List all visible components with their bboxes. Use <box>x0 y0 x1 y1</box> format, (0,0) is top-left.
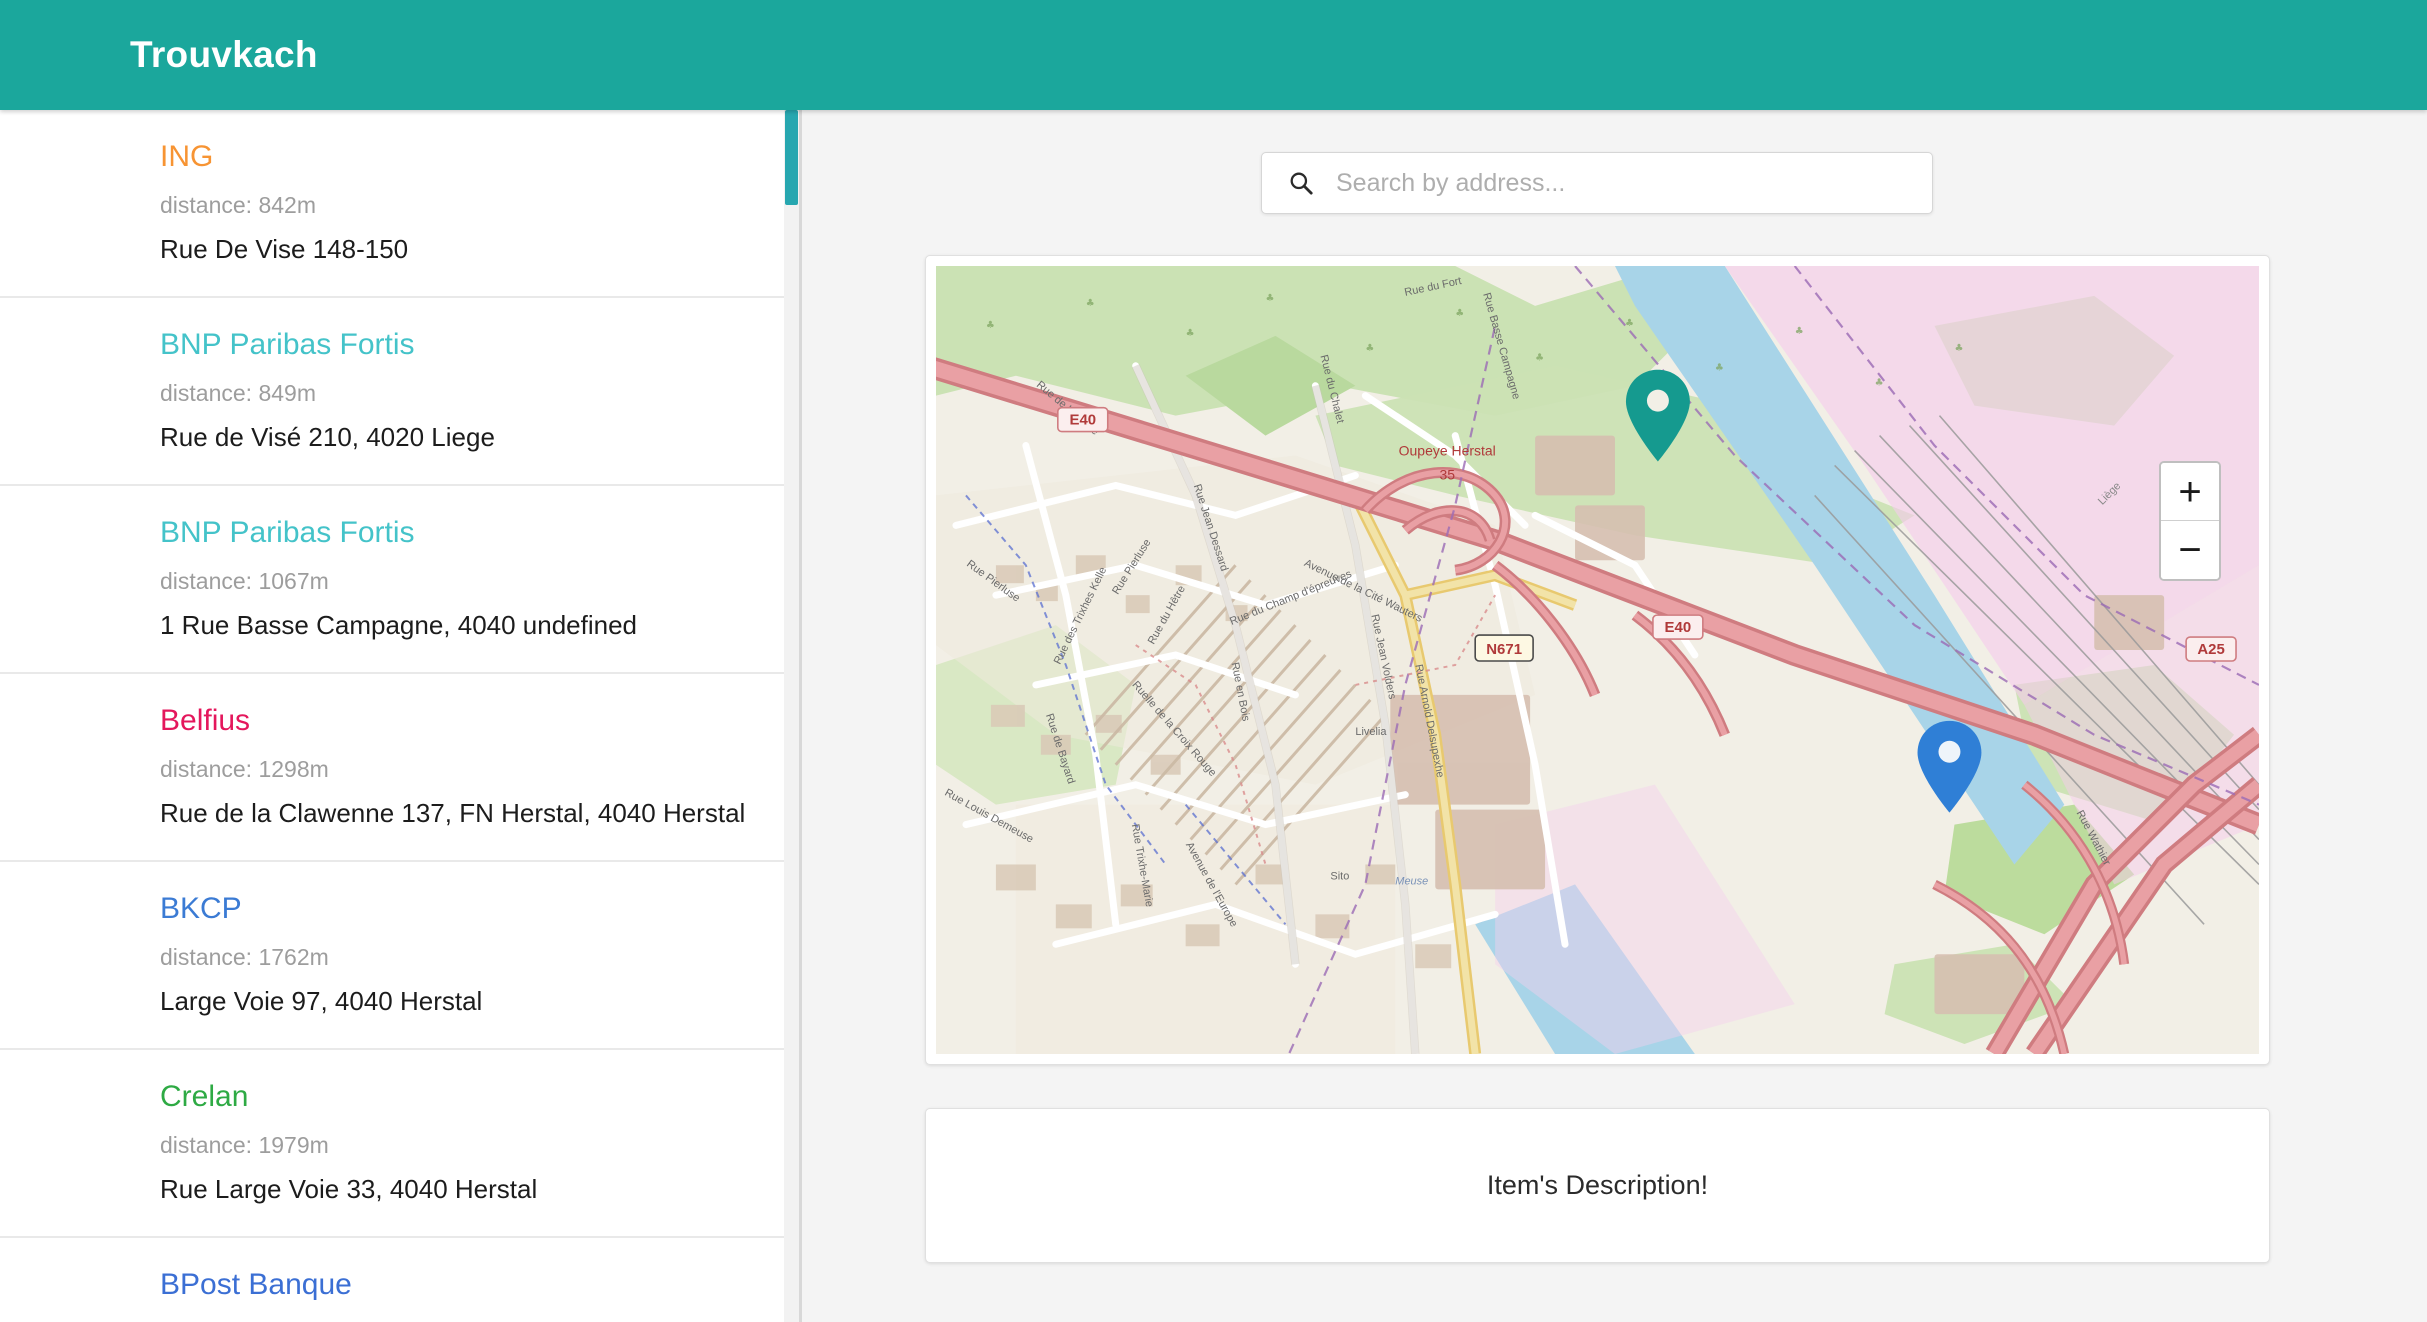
svg-text:♣: ♣ <box>1266 293 1275 304</box>
sidebar-scrollbar[interactable] <box>784 110 799 1322</box>
svg-text:35: 35 <box>1439 466 1455 482</box>
svg-text:E40: E40 <box>1665 619 1692 636</box>
bank-list: ING distance: 842m Rue De Vise 148-150 BNP … <box>0 110 787 1322</box>
svg-text:♣: ♣ <box>1365 343 1374 354</box>
search-icon <box>1288 170 1314 196</box>
bank-name: Belfius <box>160 704 251 737</box>
bank-distance: distance: 849m <box>160 380 316 406</box>
bank-address: Rue de Visé 210, 4020 Liege <box>160 422 495 452</box>
svg-text:Livelia: Livelia <box>1355 726 1387 738</box>
svg-text:N671: N671 <box>1486 641 1522 658</box>
app-title: Trouvkach <box>130 34 318 75</box>
sidebar-scrollbar-thumb[interactable] <box>785 110 798 205</box>
item-description-text: Item's Description! <box>1486 1170 1709 1200</box>
search-bar[interactable] <box>1261 152 1933 214</box>
bank-name: Crelan <box>160 1080 249 1113</box>
bank-address: Rue Large Voie 33, 4040 Herstal <box>160 1174 538 1204</box>
svg-text:♣: ♣ <box>1954 343 1963 354</box>
bank-address: Rue de la Clawenne 137, FN Herstal, 4040… <box>160 798 746 828</box>
search-input[interactable] <box>1336 168 1932 198</box>
bank-address: Rue De Vise 148-150 <box>160 234 409 264</box>
bank-distance: distance: 1762m <box>160 944 329 970</box>
map-zoom-in-button[interactable]: + <box>2161 463 2219 521</box>
bank-distance: distance: 1298m <box>160 756 329 782</box>
bank-list-item[interactable]: Belfius distance: 1298m Rue de la Clawenne… <box>0 674 787 862</box>
bank-address: 1 Rue Basse Campagne, 4040 undefined <box>160 610 638 640</box>
svg-text:♣: ♣ <box>1875 378 1884 389</box>
bank-name: BNP Paribas Fortis <box>160 328 415 361</box>
svg-text:♣: ♣ <box>1625 318 1634 329</box>
bank-distance: distance: 2002m <box>160 1318 787 1322</box>
svg-text:♣: ♣ <box>1455 308 1464 319</box>
bank-list-item[interactable]: BNP Paribas Fortis distance: 849m Rue de V… <box>0 298 787 486</box>
svg-text:Oupeye Herstal: Oupeye Herstal <box>1399 443 1496 459</box>
bank-distance: distance: 1067m <box>160 568 329 594</box>
bank-list-item[interactable]: BKCP distance: 1762m Large Voie 97, 4040 H… <box>0 862 787 1050</box>
map-zoom-out-button[interactable]: − <box>2161 521 2219 579</box>
map-zoom-control[interactable]: + − <box>2159 461 2221 581</box>
item-description-card: Item's Description! <box>925 1108 2270 1263</box>
svg-text:♣: ♣ <box>1715 363 1724 374</box>
parking-poi-icon: P <box>1635 409 1642 421</box>
svg-text:♣: ♣ <box>986 320 995 331</box>
svg-text:Sito: Sito <box>1330 870 1349 882</box>
bank-distance: distance: 842m <box>160 192 316 218</box>
bank-name: BKCP <box>160 892 242 925</box>
bank-list-item[interactable]: Crelan distance: 1979m Rue Large Voie 33, … <box>0 1050 787 1238</box>
svg-text:A25: A25 <box>2197 641 2224 658</box>
svg-text:♣: ♣ <box>1795 326 1804 337</box>
svg-text:Meuse: Meuse <box>1395 875 1428 887</box>
map-tiles: Rue du Fort Rue Basse Campagne Rue de He… <box>936 266 2259 1054</box>
svg-text:♣: ♣ <box>1086 298 1095 309</box>
sidebar-divider <box>799 110 802 1322</box>
map-canvas[interactable]: Rue du Fort Rue Basse Campagne Rue de He… <box>936 266 2259 1054</box>
bank-list-item[interactable]: ING distance: 842m Rue De Vise 148-150 <box>0 110 787 298</box>
bank-name: ING <box>160 140 214 173</box>
bank-list-sidebar[interactable]: ING distance: 842m Rue De Vise 148-150 BNP … <box>0 110 790 1322</box>
svg-text:♣: ♣ <box>1186 328 1195 339</box>
bank-list-item[interactable]: BNP Paribas Fortis distance: 1067m 1 Rue B… <box>0 486 787 674</box>
bank-distance: distance: 1979m <box>160 1132 329 1158</box>
bank-list-item[interactable]: BPost Banquedistance: 2002mRue Large Voi… <box>0 1238 787 1322</box>
bank-name: BNP Paribas Fortis <box>160 516 415 549</box>
bank-name: BPost Banque <box>160 1268 352 1301</box>
map-card: Rue du Fort Rue Basse Campagne Rue de He… <box>925 255 2270 1065</box>
bank-address: Large Voie 97, 4040 Herstal <box>160 986 483 1016</box>
svg-text:♣: ♣ <box>1535 353 1544 364</box>
svg-text:E40: E40 <box>1069 412 1096 429</box>
app-header: Trouvkach <box>0 0 2427 110</box>
